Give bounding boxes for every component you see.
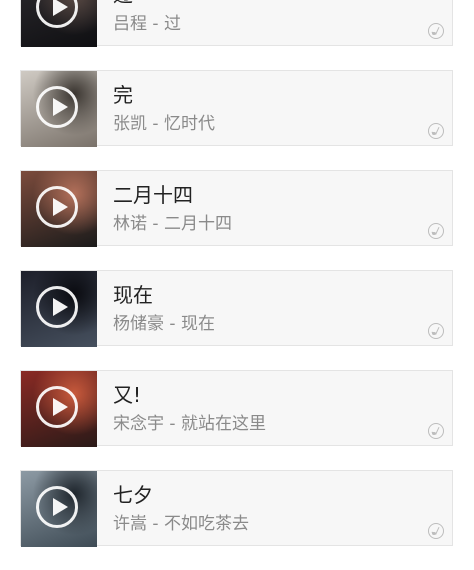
list-item[interactable]: 过 吕程 - 过 xyxy=(20,0,453,47)
song-list: 过 吕程 - 过 完 张凯 - 忆时代 二月十四 林诺 - 二月十四 现在 杨储… xyxy=(0,0,474,570)
album-cover[interactable] xyxy=(21,271,97,347)
play-icon[interactable] xyxy=(36,286,78,328)
music-note-icon xyxy=(428,423,444,439)
song-title: 又! xyxy=(113,383,142,407)
song-artist-album: 杨储豪 - 现在 xyxy=(113,314,215,334)
song-artist-album: 宋念宇 - 就站在这里 xyxy=(113,414,266,434)
song-title: 七夕 xyxy=(113,483,153,507)
list-item[interactable]: 又! 宋念宇 - 就站在这里 xyxy=(20,370,453,447)
list-item[interactable]: 完 张凯 - 忆时代 xyxy=(20,70,453,147)
album-cover[interactable] xyxy=(21,371,97,447)
music-note-icon xyxy=(428,223,444,239)
play-icon[interactable] xyxy=(36,386,78,428)
play-icon[interactable] xyxy=(36,86,78,128)
album-cover[interactable] xyxy=(21,171,97,247)
list-item[interactable]: 现在 杨储豪 - 现在 xyxy=(20,270,453,347)
play-icon[interactable] xyxy=(36,186,78,228)
song-title: 完 xyxy=(113,83,133,107)
album-cover[interactable] xyxy=(21,471,97,547)
song-title: 现在 xyxy=(113,283,153,307)
song-artist-album: 吕程 - 过 xyxy=(113,14,181,34)
list-item[interactable]: 二月十四 林诺 - 二月十四 xyxy=(20,170,453,247)
play-icon[interactable] xyxy=(36,486,78,528)
play-icon[interactable] xyxy=(36,0,78,28)
song-artist-album: 许嵩 - 不如吃茶去 xyxy=(113,514,249,534)
song-title: 过 xyxy=(113,0,133,8)
music-note-icon xyxy=(428,523,444,539)
music-note-icon xyxy=(428,23,444,39)
song-artist-album: 林诺 - 二月十四 xyxy=(113,214,232,234)
album-cover[interactable] xyxy=(21,71,97,147)
music-note-icon xyxy=(428,123,444,139)
music-note-icon xyxy=(428,323,444,339)
song-title: 二月十四 xyxy=(113,183,193,207)
song-artist-album: 张凯 - 忆时代 xyxy=(113,114,215,134)
album-cover[interactable] xyxy=(21,0,97,47)
list-item[interactable]: 七夕 许嵩 - 不如吃茶去 xyxy=(20,470,453,547)
